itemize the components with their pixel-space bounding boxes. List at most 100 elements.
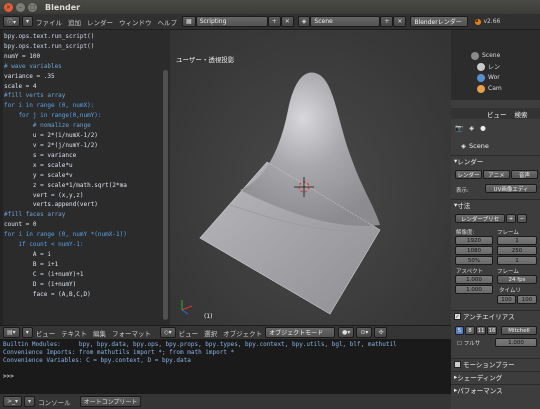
- viewport-view-label: ユーザー・透視投影: [176, 56, 235, 64]
- collapse-menus-button[interactable]: ▾: [22, 16, 34, 27]
- python-console[interactable]: Builtin Modules: bpy, bpy.data, bpy.ops,…: [0, 339, 451, 394]
- layout-grid-icon[interactable]: ▦: [182, 16, 196, 27]
- resolution-y-value: 1080: [467, 247, 481, 254]
- layout-selector[interactable]: Scripting: [195, 16, 268, 27]
- remove-preset-button[interactable]: −: [517, 214, 527, 223]
- editor-type-icon[interactable]: ⓘ▾: [3, 16, 21, 27]
- aspect-x-field[interactable]: 1.000: [455, 275, 493, 284]
- frame-end-field[interactable]: 250: [497, 246, 537, 255]
- add-preset-button[interactable]: +: [506, 214, 516, 223]
- display-selector[interactable]: UV画像エディ: [485, 184, 537, 193]
- resolution-x-field[interactable]: 1920: [455, 236, 493, 245]
- world-tab-icon[interactable]: ●: [480, 124, 486, 132]
- render-audio-button[interactable]: 音声: [511, 170, 538, 179]
- render-section-header[interactable]: ▾ レンダー: [451, 155, 540, 166]
- 3d-viewport[interactable]: ユーザー・透視投影 (1): [170, 30, 451, 325]
- resolution-percentage-field[interactable]: 50%: [455, 256, 493, 265]
- code-area[interactable]: bpy.ops.text.run_script() bpy.ops.text.ru…: [4, 32, 160, 299]
- aa-samples-16-button[interactable]: 16: [487, 326, 497, 335]
- antialiasing-section-header[interactable]: ✓ アンチエイリアス: [451, 310, 540, 321]
- performance-section-header[interactable]: ▸ パフォーマンス: [451, 384, 540, 395]
- aspect-x-value: 1.000: [466, 276, 482, 283]
- aa-samples-11-button[interactable]: 11: [476, 326, 486, 335]
- code-line: x = scale*u: [4, 161, 73, 169]
- manipulator-icon[interactable]: ✣: [374, 327, 388, 338]
- filter-size-field[interactable]: 1.000: [495, 338, 537, 347]
- scene-icon[interactable]: ◈: [297, 16, 311, 27]
- text-menu-edit[interactable]: 編集: [93, 328, 106, 338]
- time-remap-old-field[interactable]: 100: [497, 295, 516, 304]
- autocomplete-button[interactable]: オートコンプリート: [79, 396, 142, 407]
- aa-samples-5-button[interactable]: 5: [455, 326, 464, 335]
- aa-filter-selector[interactable]: Mitchell: [501, 326, 537, 335]
- dimensions-section-header[interactable]: ▾ 寸法: [451, 199, 540, 210]
- console-spacer: [3, 365, 448, 373]
- shading-icon[interactable]: ●▾: [338, 327, 355, 338]
- menu-help[interactable]: ヘルプ: [158, 17, 178, 27]
- viewport-menu-view[interactable]: ビュー: [179, 328, 199, 338]
- outliner-item-scene[interactable]: Scene: [471, 50, 500, 61]
- code-line: count = 0: [4, 221, 37, 229]
- frame-step-field[interactable]: 1: [497, 256, 537, 265]
- aa-samples-8-button[interactable]: 8: [465, 326, 475, 335]
- text-menu-format[interactable]: フォーマット: [112, 328, 151, 338]
- properties-menu-view[interactable]: ビュー: [487, 109, 507, 119]
- aspect-y-field[interactable]: 1.000: [455, 285, 493, 294]
- motion-blur-checkbox[interactable]: [454, 360, 461, 368]
- pivot-icon[interactable]: ⊙▾: [356, 327, 373, 338]
- menu-add[interactable]: 追加: [68, 17, 81, 27]
- console-prompt[interactable]: >>>: [3, 373, 448, 381]
- window-title: Blender: [45, 2, 81, 12]
- render-engine-selector[interactable]: Blenderレンダー: [410, 16, 469, 27]
- render-preset-selector[interactable]: レンダープリセ: [455, 214, 505, 223]
- viewport-type-icon[interactable]: ◇▾: [160, 327, 176, 338]
- maximize-window-button[interactable]: □: [28, 2, 37, 12]
- outliner-item-world[interactable]: Wor: [477, 72, 500, 83]
- full-sample-checkbox[interactable]: ☐ フルサ: [457, 339, 480, 347]
- properties-panel[interactable]: ビュー 検索 📷 ◈ ● ◈ Scene ▾ レンダー レンダー アニメ 音声 …: [451, 100, 540, 409]
- time-remap-new-field[interactable]: 100: [517, 295, 537, 304]
- menu-window[interactable]: ウィンドウ: [119, 17, 152, 27]
- collapse-text-menus-button[interactable]: ▾: [21, 327, 33, 338]
- minimize-window-button[interactable]: –: [16, 2, 25, 12]
- frame-start-field[interactable]: 1: [497, 236, 537, 245]
- scene-selector[interactable]: Scene: [310, 16, 381, 27]
- viewport-menu-select[interactable]: 選択: [204, 328, 217, 338]
- properties-menu-search[interactable]: 検索: [515, 109, 528, 119]
- text-editor-scrollbar[interactable]: [163, 70, 168, 320]
- render-tab-icon[interactable]: 📷: [455, 124, 463, 132]
- resolution-y-field[interactable]: 1080: [455, 246, 493, 255]
- render-button[interactable]: レンダー: [455, 170, 482, 179]
- menu-file[interactable]: ファイル: [36, 17, 62, 27]
- render-animation-button[interactable]: アニメ: [483, 170, 510, 179]
- delete-layout-button[interactable]: ✕: [280, 16, 294, 27]
- outliner-item-render-layers[interactable]: レン: [477, 61, 500, 72]
- viewport-menu-object[interactable]: オブジェクト: [223, 328, 262, 338]
- outliner[interactable]: Scene レン Wor Cam: [451, 30, 540, 100]
- shading-section-header[interactable]: ▸ シェーディング: [451, 371, 540, 382]
- close-window-button[interactable]: ✕: [4, 2, 13, 12]
- add-scene-button[interactable]: +: [380, 16, 394, 27]
- text-menu-text[interactable]: テキスト: [61, 328, 87, 338]
- delete-scene-button[interactable]: ✕: [393, 16, 407, 27]
- antialiasing-checkbox[interactable]: ✓: [454, 312, 461, 320]
- collapse-console-menus-button[interactable]: ▾: [24, 396, 36, 407]
- console-menu[interactable]: コンソール: [38, 397, 71, 407]
- outliner-item-camera[interactable]: Cam: [477, 83, 502, 94]
- menu-render[interactable]: レンダー: [87, 17, 113, 27]
- code-line: A = i: [4, 250, 51, 258]
- full-sample-label: フルサ: [463, 341, 481, 347]
- text-editor-gutter: [0, 30, 3, 325]
- text-editor[interactable]: bpy.ops.text.run_script() bpy.ops.text.ru…: [0, 30, 170, 325]
- resolution-percentage-value: 50%: [467, 257, 481, 264]
- motion-blur-section-header[interactable]: モーションブラー: [451, 358, 540, 369]
- text-editor-type-icon[interactable]: ▤▾: [3, 327, 20, 338]
- code-line: #fill faces array: [4, 211, 66, 219]
- scene-tab-icon[interactable]: ◈: [469, 124, 474, 132]
- console-type-icon[interactable]: >_▾: [3, 396, 23, 407]
- viewport-object-label: (1): [204, 313, 213, 320]
- framerate-selector[interactable]: 24 fps: [497, 275, 537, 284]
- text-menu-view[interactable]: ビュー: [36, 328, 56, 338]
- add-layout-button[interactable]: +: [267, 16, 281, 27]
- mode-selector[interactable]: オブジェクトモード: [265, 327, 336, 338]
